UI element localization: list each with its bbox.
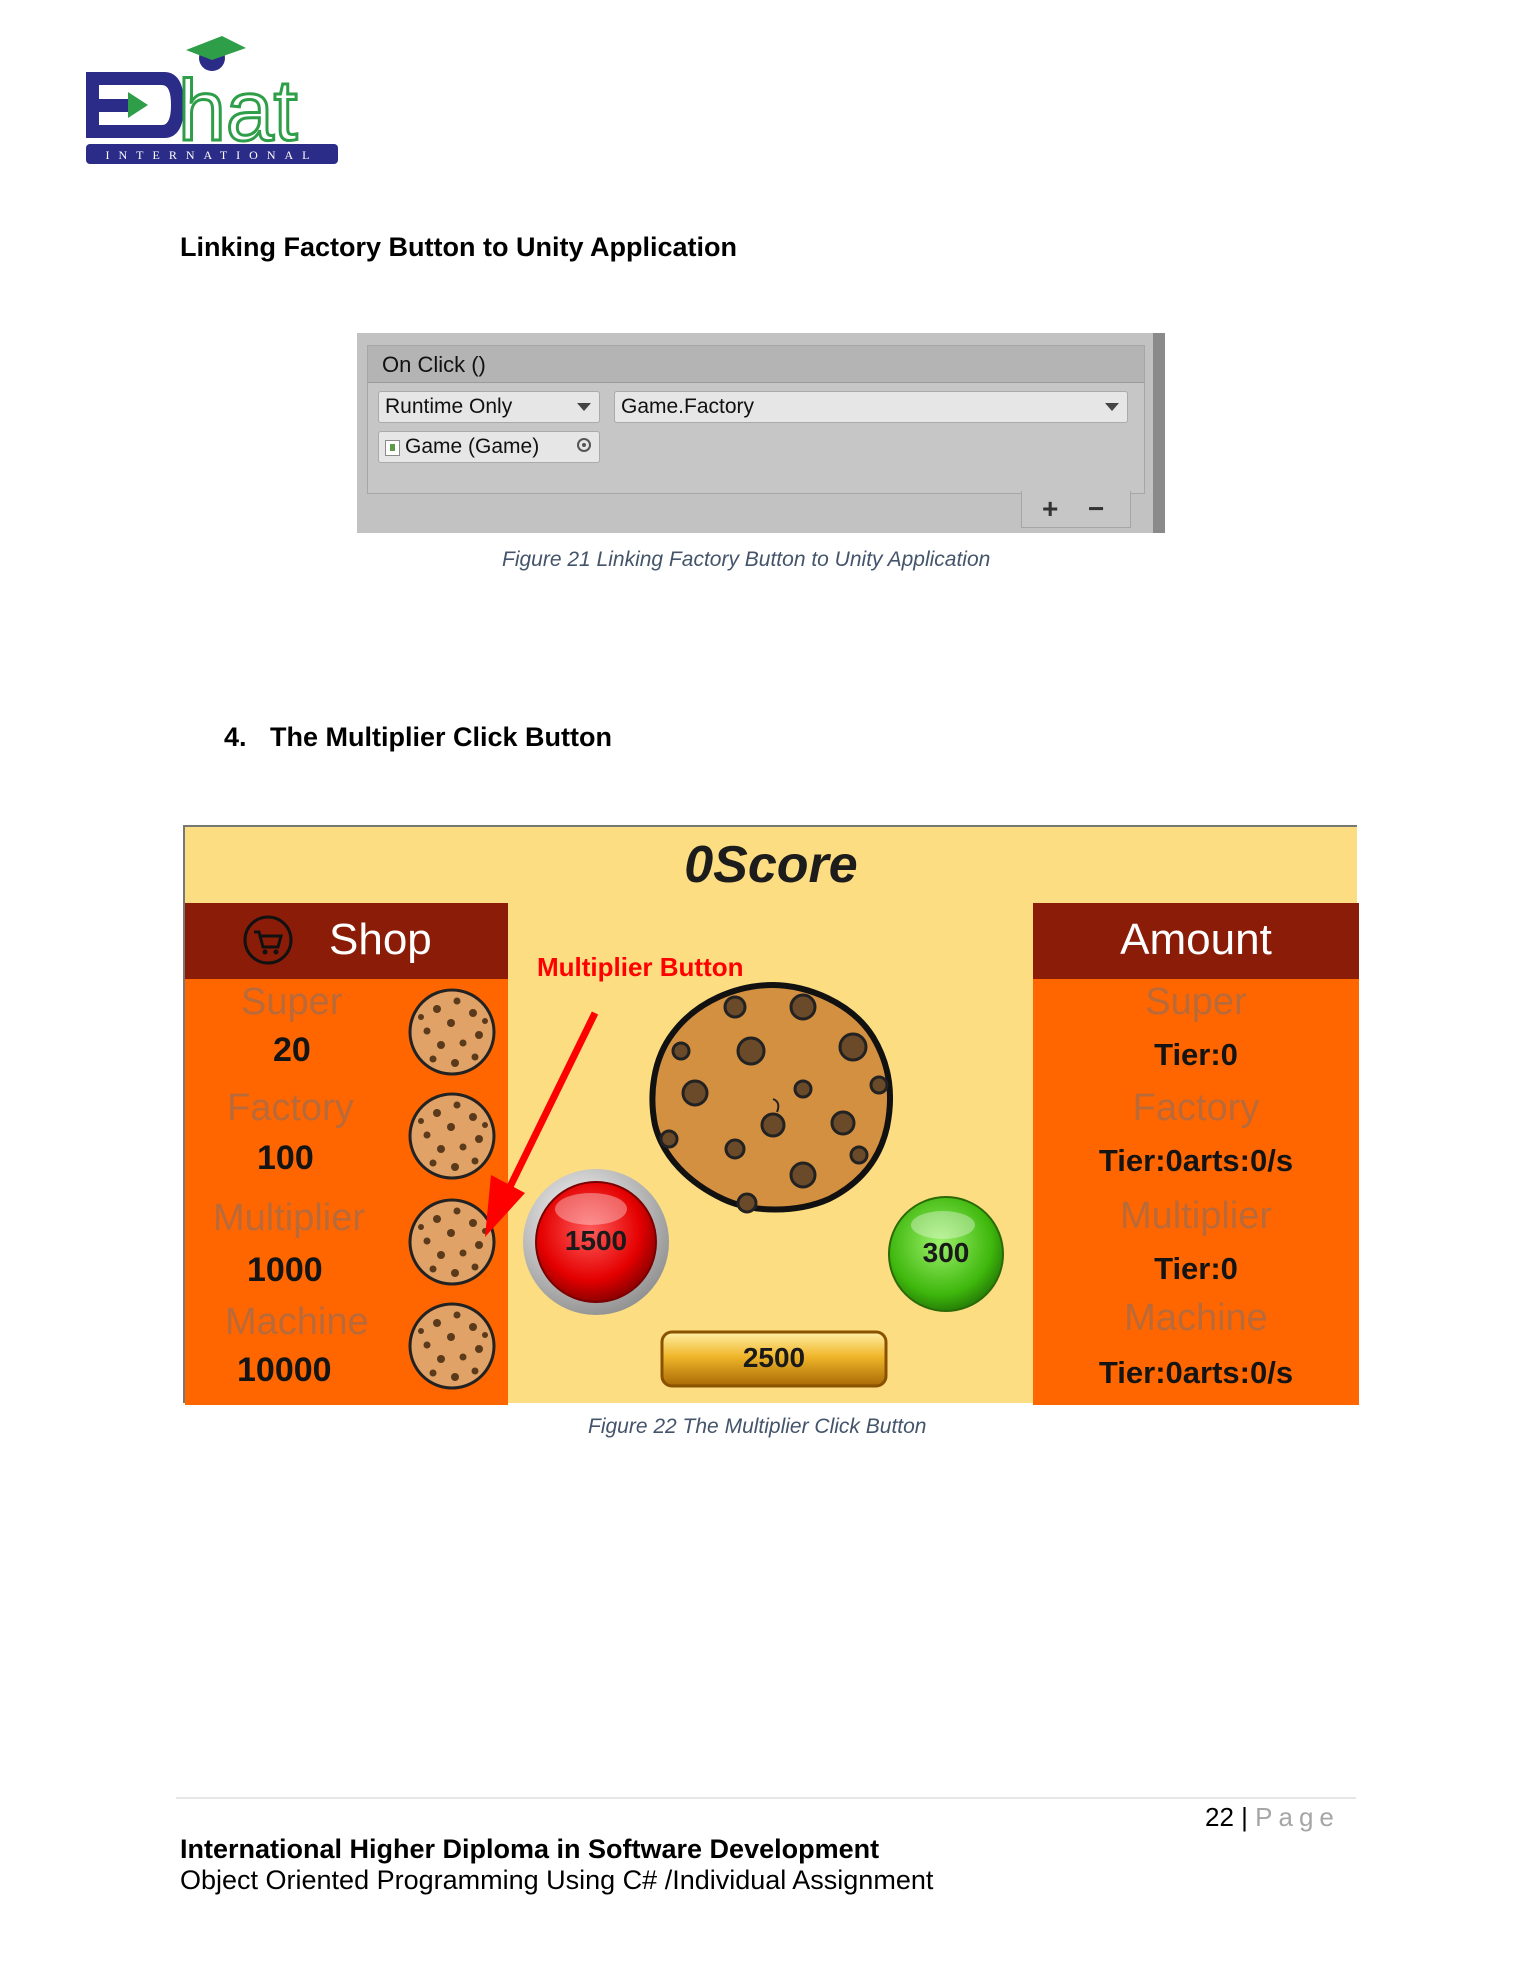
footer-divider	[176, 1797, 1356, 1799]
buy-machine-cookie-button[interactable]	[407, 1301, 497, 1391]
list-heading: 4. The Multiplier Click Button	[224, 722, 612, 753]
shop-panel: Super 20 Factory 100 Multiplier 1000 Mac…	[185, 979, 508, 1405]
amount-item-value: Tier:0arts:0/s	[1098, 1143, 1294, 1178]
unity-onclick-panel: On Click () Runtime Only Game.Factory Ga…	[357, 333, 1165, 533]
footer-subtitle: Object Oriented Programming Using C# /In…	[180, 1865, 934, 1895]
cart-icon	[243, 915, 293, 965]
figure-caption: Figure 22 The Multiplier Click Button	[588, 1415, 927, 1438]
amount-header: Amount	[1033, 903, 1359, 979]
list-number: 4.	[224, 722, 247, 752]
logo-graphic: hat INTERNATIONAL	[86, 36, 338, 164]
amount-title: Amount	[1120, 915, 1272, 964]
amount-item-label: Factory	[1132, 1087, 1260, 1129]
shop-item-price: 1000	[247, 1251, 323, 1289]
section-heading: Linking Factory Button to Unity Applicat…	[180, 232, 737, 262]
amount-item-label: Multiplier	[1119, 1195, 1273, 1237]
amount-item-label: Super	[1145, 981, 1247, 1023]
score-display: 0Score	[684, 836, 858, 894]
shop-item-label: Super	[241, 981, 343, 1023]
shop-item-label: Machine	[225, 1301, 369, 1343]
dropdown-arrow-icon	[1105, 403, 1119, 411]
multiplier-button-label: 1500	[564, 1225, 628, 1256]
remove-listener-button[interactable]: −	[1088, 493, 1104, 525]
big-cookie-click-button[interactable]	[647, 977, 897, 1217]
object-value: Game (Game)	[405, 435, 540, 458]
amount-item-value: Tier:0arts:0/s	[1098, 1355, 1294, 1390]
amount-item-value: Tier:0	[1154, 1037, 1238, 1072]
footer-title: International Higher Diploma in Software…	[180, 1834, 880, 1864]
add-listener-button[interactable]: +	[1042, 493, 1058, 525]
runtime-dropdown[interactable]: Runtime Only	[378, 391, 600, 423]
method-value: Game.Factory	[621, 395, 755, 418]
figure-caption: Figure 21 Linking Factory Button to Unit…	[502, 548, 991, 571]
page-separator: |	[1241, 1802, 1248, 1832]
shop-item-price: 10000	[237, 1351, 332, 1389]
shop-item-price: 100	[257, 1139, 314, 1177]
amount-item-label: Machine	[1124, 1297, 1268, 1339]
page-number-value: 22	[1205, 1802, 1234, 1832]
dropdown-arrow-icon	[577, 403, 591, 411]
shop-header: Shop	[185, 903, 508, 979]
gold-button-label: 2500	[742, 1342, 806, 1373]
list-heading-text: The Multiplier Click Button	[270, 722, 612, 752]
object-field[interactable]: Game (Game)	[378, 431, 600, 463]
gameobject-icon	[385, 440, 400, 456]
runtime-value: Runtime Only	[385, 395, 513, 418]
multiplier-button[interactable]: 1500	[521, 1167, 671, 1317]
page-word: Page	[1255, 1802, 1340, 1832]
onclick-footer: + −	[1021, 491, 1131, 528]
logo-subtext: INTERNATIONAL	[106, 148, 319, 162]
onclick-header: On Click ()	[367, 345, 1145, 383]
shop-item-price: 20	[273, 1031, 311, 1069]
amount-item-value: Tier:0	[1154, 1251, 1238, 1286]
onclick-label: On Click ()	[382, 352, 486, 377]
onclick-body: Runtime Only Game.Factory Game (Game)	[367, 383, 1145, 494]
method-dropdown[interactable]: Game.Factory	[614, 391, 1128, 423]
game-screenshot: 0Score Shop Amount Super 20 Factory 100 …	[183, 825, 1359, 1405]
object-picker-icon[interactable]	[577, 438, 591, 452]
auto-click-button[interactable]: 300	[887, 1195, 1005, 1313]
shop-item-label: Factory	[227, 1087, 354, 1129]
shop-item-label: Multiplier	[213, 1197, 366, 1239]
shop-title: Shop	[329, 915, 432, 964]
page-number: 22 | Page	[1205, 1802, 1340, 1833]
amount-panel: Super Tier:0 Factory Tier:0arts:0/s Mult…	[1033, 979, 1359, 1405]
panel-scrollbar[interactable]	[1153, 333, 1165, 533]
edhat-logo: hat INTERNATIONAL	[86, 28, 348, 178]
gold-bar-button[interactable]: 2500	[660, 1330, 888, 1388]
green-button-label: 300	[922, 1237, 970, 1268]
